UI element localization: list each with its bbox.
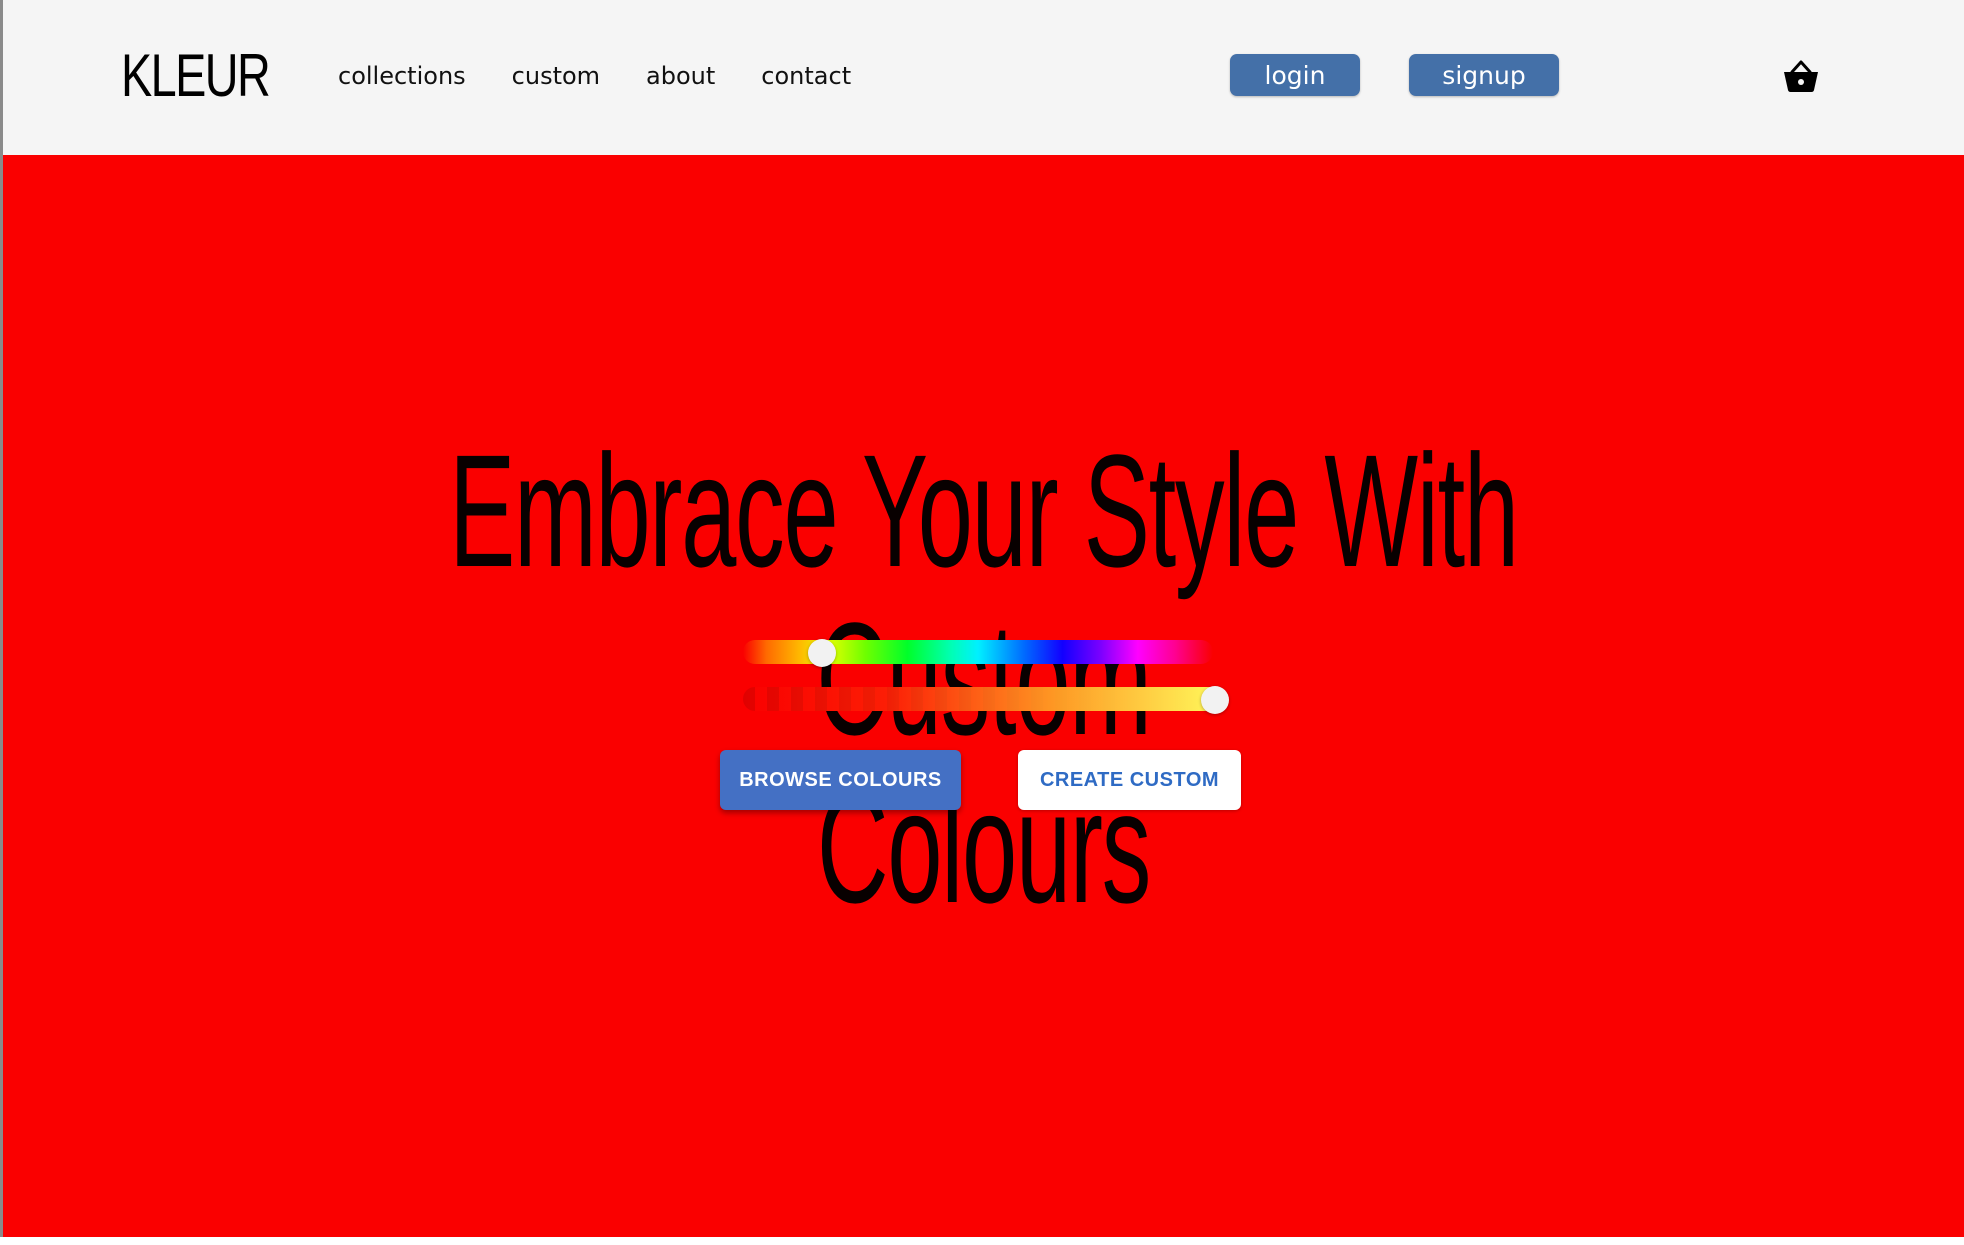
opacity-slider[interactable]: [743, 687, 1225, 711]
nav-link-collections[interactable]: collections: [338, 54, 466, 98]
brand-logo[interactable]: KLEUR: [121, 36, 271, 116]
top-navbar: KLEUR collections custom about contact l…: [3, 0, 1964, 155]
create-custom-button[interactable]: CREATE CUSTOM: [1018, 750, 1241, 810]
nav-link-about[interactable]: about: [646, 54, 715, 98]
hero-title: Embrace Your Style With Custom Colours: [449, 421, 1519, 936]
nav-link-contact[interactable]: contact: [761, 54, 851, 98]
login-button[interactable]: login: [1230, 54, 1360, 96]
signup-button[interactable]: signup: [1409, 54, 1559, 96]
browse-colours-button[interactable]: BROWSE COLOURS: [720, 750, 961, 810]
hue-slider-thumb[interactable]: [808, 639, 836, 667]
nav-link-custom[interactable]: custom: [512, 54, 600, 98]
basket-icon[interactable]: [1781, 59, 1821, 93]
main-nav: collections custom about contact: [338, 54, 851, 98]
opacity-slider-thumb[interactable]: [1201, 686, 1229, 714]
